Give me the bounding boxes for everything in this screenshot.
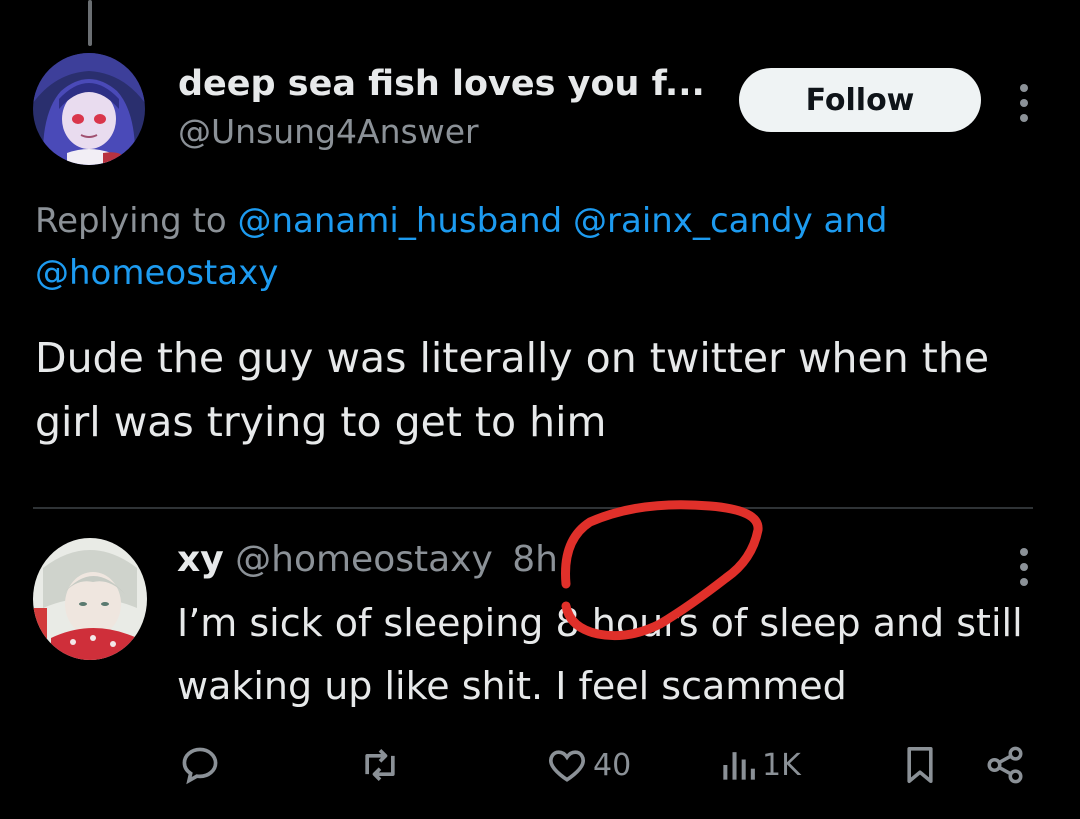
- bookmark-button[interactable]: [902, 740, 938, 790]
- more-options-icon[interactable]: [1017, 548, 1031, 586]
- mention-joiner[interactable]: and: [824, 201, 888, 241]
- views-count: 1K: [762, 747, 801, 783]
- views-button[interactable]: 1K: [718, 740, 801, 790]
- avatar-image: [33, 538, 147, 660]
- avatar[interactable]: [33, 538, 147, 660]
- author-handle[interactable]: @Unsung4Answer: [178, 112, 479, 151]
- divider: [33, 507, 1033, 509]
- like-count: 40: [593, 747, 632, 783]
- replying-to-label: Replying to: [35, 201, 227, 241]
- share-icon: [987, 746, 1023, 784]
- retweet-button[interactable]: [358, 740, 402, 790]
- quoted-text: I’m sick of sleeping 8 hours of sleep an…: [177, 601, 1023, 708]
- thread-connector-line: [88, 0, 92, 46]
- share-button[interactable]: [984, 740, 1026, 790]
- reply-icon: [182, 747, 218, 785]
- quoted-handle[interactable]: @homeostaxy: [235, 539, 493, 580]
- quoted-display-name[interactable]: xy: [177, 539, 224, 580]
- views-icon: [723, 752, 755, 780]
- mention-link[interactable]: @homeostaxy: [35, 253, 278, 293]
- mention-link[interactable]: @nanami_husband: [238, 201, 563, 241]
- avatar-image: [33, 53, 145, 165]
- mention-link[interactable]: @rainx_candy: [573, 201, 813, 241]
- quoted-header: xy @homeostaxy 8h: [177, 534, 558, 586]
- retweet-icon: [365, 749, 395, 781]
- more-options-icon[interactable]: [1017, 84, 1031, 122]
- heart-icon: [549, 750, 585, 782]
- follow-button[interactable]: Follow: [739, 68, 981, 132]
- tweet-text: Dude the guy was literally on twitter wh…: [35, 334, 990, 446]
- replying-to-line: Replying to @nanami_husband @rainx_candy…: [35, 195, 1045, 299]
- quoted-timestamp[interactable]: 8h: [512, 539, 558, 580]
- bookmark-icon: [907, 747, 933, 783]
- like-button[interactable]: 40: [545, 740, 631, 790]
- avatar[interactable]: [33, 53, 145, 165]
- reply-button[interactable]: [178, 740, 222, 790]
- author-display-name[interactable]: deep sea fish loves you f...: [178, 64, 705, 104]
